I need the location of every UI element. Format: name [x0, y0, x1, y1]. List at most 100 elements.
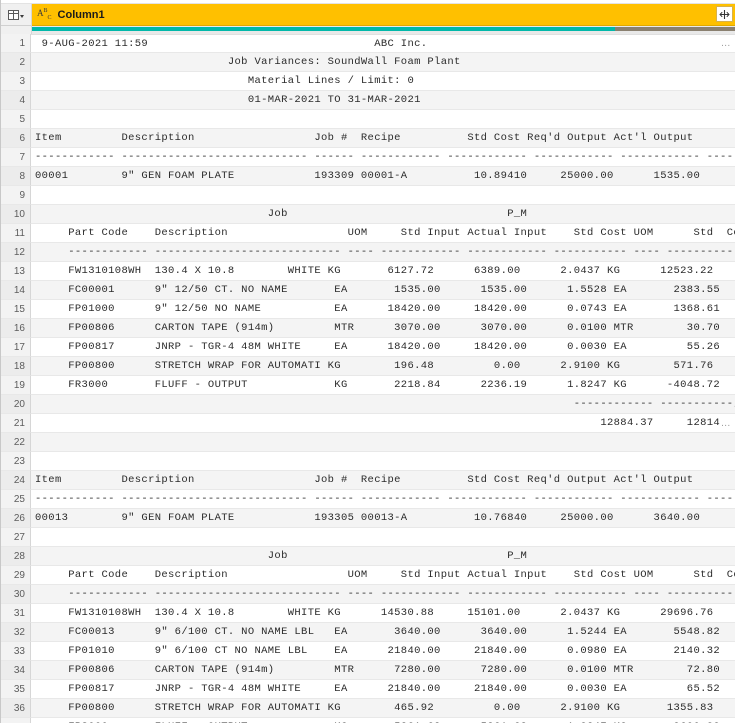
grid-cell[interactable]: FR3000 FLUFF - OUTPUT KG 2218.84 2236.19… — [31, 376, 735, 395]
table-row[interactable]: 25 ------------ -------------------------… — [1, 490, 735, 509]
cell-text: FP00817 JNRP - TGR-4 48M WHITE EA 21840.… — [35, 683, 735, 695]
row-number: 1 — [1, 34, 31, 53]
grid-cell[interactable]: Job P_M — [31, 205, 735, 224]
table-row[interactable]: 27 — [1, 528, 735, 547]
row-number: 6 — [1, 129, 31, 148]
grid-cell[interactable]: FP00800 STRETCH WRAP FOR AUTOMATI KG 465… — [31, 699, 735, 718]
table-row[interactable]: 19 FR3000 FLUFF - OUTPUT KG 2218.84 2236… — [1, 376, 735, 395]
grid-header: ABC Column1 — [1, 4, 735, 26]
table-row[interactable]: 9 — [1, 186, 735, 205]
table-row[interactable]: 28 Job P_M — [1, 547, 735, 566]
cell-text: ------------ ---------------------------… — [68, 246, 735, 258]
cell-text: FP00806 CARTON TAPE (914m) MTR 7280.00 7… — [35, 664, 735, 676]
grid-cell[interactable]: 00013 9" GEN FOAM PLATE 193305 00013-A 1… — [31, 509, 735, 528]
grid-cell[interactable]: FC00001 9" 12/50 CT. NO NAME EA 1535.00 … — [31, 281, 735, 300]
table-row[interactable]: 10 Job P_M — [1, 205, 735, 224]
table-row[interactable]: 17 FP00817 JNRP - TGR-4 48M WHITE EA 184… — [1, 338, 735, 357]
table-row[interactable]: 5 — [1, 110, 735, 129]
table-row[interactable]: 20 ------------ -----------… — [1, 395, 735, 414]
grid-cell[interactable]: ------------ ---------------------------… — [31, 490, 735, 509]
grid-cell[interactable]: 00001 9" GEN FOAM PLATE 193309 00001-A 1… — [31, 167, 735, 186]
table-row[interactable]: 16 FP00806 CARTON TAPE (914m) MTR 3070.0… — [1, 319, 735, 338]
cell-text: FP00800 STRETCH WRAP FOR AUTOMATI KG 465… — [35, 702, 735, 714]
grid-cell[interactable] — [31, 110, 735, 129]
table-row[interactable]: 30 ------------ ------------------------… — [1, 585, 735, 604]
cell-text: ------------ ----------- — [35, 398, 734, 410]
grid-cell[interactable]: FP00806 CARTON TAPE (914m) MTR 7280.00 7… — [31, 661, 735, 680]
table-row[interactable]: 23 — [1, 452, 735, 471]
table-row[interactable]: 34 FP00806 CARTON TAPE (914m) MTR 7280.0… — [1, 661, 735, 680]
grid-cell[interactable] — [31, 528, 735, 547]
row-number: 31 — [1, 604, 31, 623]
table-row[interactable]: 29 Part Code Description UOM Std Input A… — [1, 566, 735, 585]
table-row[interactable]: 26 00013 9" GEN FOAM PLATE 193305 00013-A… — [1, 509, 735, 528]
grid-cell[interactable]: FP00817 JNRP - TGR-4 48M WHITE EA 21840.… — [31, 680, 735, 699]
grid-cell[interactable]: FW1310108WH 130.4 X 10.8 WHITE KG 14530.… — [31, 604, 735, 623]
grid-cell[interactable]: FP01000 9" 12/50 NO NAME EA 18420.00 184… — [31, 300, 735, 319]
grid-cell[interactable]: Part Code Description UOM Std Input Actu… — [31, 224, 735, 243]
row-number: 7 — [1, 148, 31, 167]
grid-cell[interactable] — [31, 433, 735, 452]
truncation-ellipsis: … — [720, 38, 731, 49]
grid-cell[interactable]: Material Lines / Limit: 0 — [31, 72, 735, 91]
column-width-tool[interactable] — [716, 6, 733, 22]
cell-text: ------------ ---------------------------… — [68, 588, 735, 600]
grid-cell[interactable]: FP01010 9" 6/100 CT NO NAME LBL EA 21840… — [31, 642, 735, 661]
table-row[interactable]: 7 ------------ --------------------------… — [1, 148, 735, 167]
quality-empty-segment — [615, 27, 735, 31]
table-row[interactable]: 11 Part Code Description UOM Std Input A… — [1, 224, 735, 243]
table-row[interactable]: 4 01-MAR-2021 TO 31-MAR-2021 — [1, 91, 735, 110]
table-row[interactable]: 14 FC00001 9" 12/50 CT. NO NAME EA 1535.… — [1, 281, 735, 300]
cell-text: FW1310108WH 130.4 X 10.8 WHITE KG 6127.7… — [35, 265, 735, 277]
grid-cell[interactable]: Part Code Description UOM Std Input Actu… — [31, 566, 735, 585]
column-header-column1[interactable]: ABC Column1 — [32, 4, 735, 26]
grid-cell[interactable]: FP00800 STRETCH WRAP FOR AUTOMATI KG 196… — [31, 357, 735, 376]
grid-cell[interactable]: Job Variances: SoundWall Foam Plant — [31, 53, 735, 72]
table-row[interactable]: 1 9-AUG-2021 11:59 ABC Inc.… — [1, 34, 735, 53]
table-row[interactable]: 24 Item Description Job # Recipe Std Cost… — [1, 471, 735, 490]
row-number: 5 — [1, 110, 31, 129]
table-row[interactable]: 22 — [1, 433, 735, 452]
grid-cell[interactable]: ------------ ---------------------------… — [31, 243, 735, 262]
grid-cell[interactable] — [31, 452, 735, 471]
table-row[interactable]: 12 ------------ ------------------------… — [1, 243, 735, 262]
table-row[interactable]: 3 Material Lines / Limit: 0 — [1, 72, 735, 91]
grid-cell[interactable]: Item Description Job # Recipe Std Cost R… — [31, 471, 735, 490]
row-number: 36 — [1, 699, 31, 718]
table-row[interactable]: 15 FP01000 9" 12/50 NO NAME EA 18420.00 … — [1, 300, 735, 319]
cell-text: Job Variances: SoundWall Foam Plant — [35, 56, 461, 68]
grid-cell[interactable]: ------------ ---------------------------… — [31, 148, 735, 167]
table-row[interactable]: 18 FP00800 STRETCH WRAP FOR AUTOMATI KG … — [1, 357, 735, 376]
grid-cell[interactable]: 12884.37 12814… — [31, 414, 735, 433]
quality-gutter — [1, 26, 32, 34]
table-row[interactable]: 36 FP00800 STRETCH WRAP FOR AUTOMATI KG … — [1, 699, 735, 718]
grid-cell[interactable]: FC00013 9" 6/100 CT. NO NAME LBL EA 3640… — [31, 623, 735, 642]
table-row[interactable]: 2 Job Variances: SoundWall Foam Plant — [1, 53, 735, 72]
grid-cell[interactable]: ------------ -----------… — [31, 395, 735, 414]
table-row[interactable]: 33 FP01010 9" 6/100 CT NO NAME LBL EA 21… — [1, 642, 735, 661]
grid-cell[interactable]: 01-MAR-2021 TO 31-MAR-2021 — [31, 91, 735, 110]
grid-cell[interactable]: FW1310108WH 130.4 X 10.8 WHITE KG 6127.7… — [31, 262, 735, 281]
table-row[interactable]: 6 Item Description Job # Recipe Std Cost … — [1, 129, 735, 148]
grid-cell[interactable] — [31, 186, 735, 205]
quality-indicator[interactable] — [32, 26, 735, 34]
table-row[interactable]: 21 12884.37 12814… — [1, 414, 735, 433]
grid-cell[interactable]: Job P_M — [31, 547, 735, 566]
row-number: 4 — [1, 91, 31, 110]
grid-cell[interactable]: Item Description Job # Recipe Std Cost R… — [31, 129, 735, 148]
row-number: 19 — [1, 376, 31, 395]
table-row[interactable]: 31 FW1310108WH 130.4 X 10.8 WHITE KG 145… — [1, 604, 735, 623]
table-row[interactable]: 37 FR3000 FLUFF - OUTPUT KG 5261.62 5261… — [1, 718, 735, 723]
table-row[interactable]: 13 FW1310108WH 130.4 X 10.8 WHITE KG 612… — [1, 262, 735, 281]
grid-cell[interactable]: FP00817 JNRP - TGR-4 48M WHITE EA 18420.… — [31, 338, 735, 357]
grid-cell[interactable]: FP00806 CARTON TAPE (914m) MTR 3070.00 3… — [31, 319, 735, 338]
table-row[interactable]: 32 FC00013 9" 6/100 CT. NO NAME LBL EA 3… — [1, 623, 735, 642]
table-row[interactable]: 35 FP00817 JNRP - TGR-4 48M WHITE EA 218… — [1, 680, 735, 699]
chevron-down-icon[interactable] — [20, 15, 24, 18]
grid-cell[interactable]: 9-AUG-2021 11:59 ABC Inc.… — [31, 34, 735, 53]
column-quality-bar — [1, 26, 735, 34]
select-all-corner[interactable] — [1, 4, 32, 26]
grid-cell[interactable]: ------------ ---------------------------… — [31, 585, 735, 604]
table-row[interactable]: 8 00001 9" GEN FOAM PLATE 193309 00001-A … — [1, 167, 735, 186]
grid-cell[interactable]: FR3000 FLUFF - OUTPUT KG 5261.62 5261.62… — [31, 718, 735, 723]
